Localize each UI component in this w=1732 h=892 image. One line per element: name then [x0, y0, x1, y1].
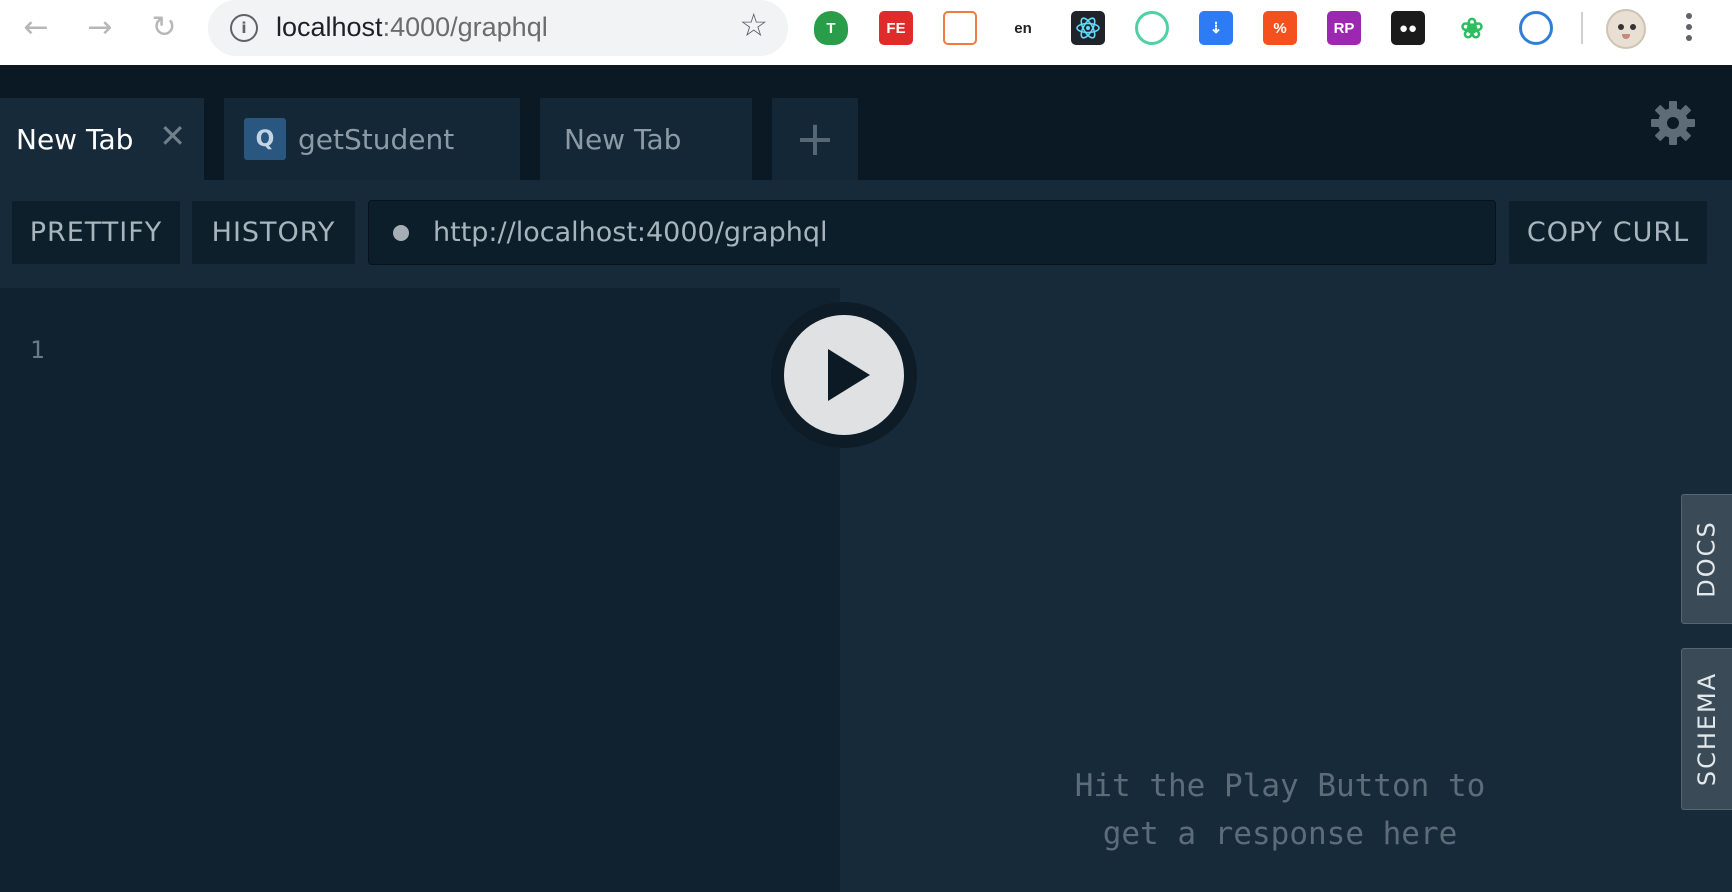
playground-tabbar: New Tab ✕ Q getStudent New Tab + [0, 65, 1732, 180]
extension-slash-icon[interactable]: % [1263, 11, 1297, 45]
close-tab-icon[interactable]: ✕ [159, 120, 186, 152]
tab-get-student[interactable]: Q getStudent [224, 98, 520, 180]
extension-glasses-icon[interactable]: ●● [1391, 11, 1425, 45]
address-text[interactable]: localhost:4000/graphql [276, 12, 548, 43]
extension-label: T [826, 19, 836, 37]
url-host: localhost [276, 12, 383, 42]
browser-menu-icon[interactable] [1684, 11, 1694, 45]
tab-label: New Tab [16, 122, 134, 156]
bookmark-star-icon[interactable]: ☆ [739, 9, 768, 41]
tab-new-tab-active[interactable]: New Tab ✕ [0, 98, 204, 180]
endpoint-input[interactable]: http://localhost:4000/graphql [368, 200, 1496, 265]
extension-rp-icon[interactable]: RP [1327, 11, 1361, 45]
extension-label: RP [1333, 19, 1355, 37]
extension-label: en [1014, 19, 1032, 37]
result-hint: Hit the Play Button to get a response he… [1020, 762, 1540, 858]
back-icon[interactable]: ← [18, 10, 54, 46]
play-button-face [784, 315, 904, 435]
evernote-icon[interactable]: ❀ [1455, 11, 1489, 45]
site-info-icon[interactable]: i [230, 14, 258, 42]
prettify-button[interactable]: PRETTIFY [12, 201, 180, 264]
settings-gear-icon[interactable] [1650, 100, 1696, 146]
extension-globe-icon[interactable] [1519, 11, 1553, 45]
query-editor[interactable]: 1 [0, 288, 840, 892]
endpoint-url: http://localhost:4000/graphql [433, 217, 828, 248]
extension-fe-icon[interactable]: FE [879, 11, 913, 45]
connection-status-icon [393, 224, 409, 241]
tab-label: New Tab [564, 122, 682, 156]
tab-label: getStudent [298, 122, 455, 156]
browser-toolbar: ← → ↻ i localhost:4000/graphql ☆ T FE en… [0, 0, 1732, 65]
playground-toolbar: PRETTIFY HISTORY http://localhost:4000/g… [0, 180, 1732, 288]
toolbar-divider [1581, 12, 1583, 44]
extension-ring-icon[interactable] [1135, 11, 1169, 45]
extension-t-icon[interactable]: T [814, 11, 848, 45]
copy-curl-button[interactable]: COPY CURL [1509, 201, 1707, 264]
add-tab-button[interactable]: + [772, 98, 858, 180]
url-path: :4000/graphql [382, 12, 548, 42]
extension-react-icon[interactable] [1071, 11, 1105, 45]
schema-label: SCHEMA [1693, 671, 1722, 787]
extension-download-icon[interactable]: ⇣ [1199, 11, 1233, 45]
tab-new-tab[interactable]: New Tab [540, 98, 752, 180]
forward-icon[interactable]: → [82, 10, 118, 46]
docs-tab[interactable]: DOCS [1681, 494, 1732, 624]
history-button[interactable]: HISTORY [192, 201, 355, 264]
execute-query-button[interactable] [771, 302, 917, 448]
query-badge: Q [244, 118, 286, 160]
profile-avatar[interactable] [1606, 9, 1646, 49]
hint-line: get a response here [1102, 816, 1458, 852]
play-icon [828, 349, 870, 401]
extension-translate-icon[interactable]: en [1006, 11, 1040, 45]
extension-hierarchy-icon[interactable] [943, 11, 977, 45]
hint-line: Hit the Play Button to [1074, 768, 1486, 804]
docs-label: DOCS [1693, 520, 1721, 598]
reload-icon[interactable]: ↻ [146, 10, 182, 46]
address-bar[interactable]: i localhost:4000/graphql ☆ [208, 0, 788, 56]
line-number: 1 [30, 336, 45, 364]
extension-label: FE [886, 19, 906, 37]
schema-tab[interactable]: SCHEMA [1681, 648, 1732, 810]
